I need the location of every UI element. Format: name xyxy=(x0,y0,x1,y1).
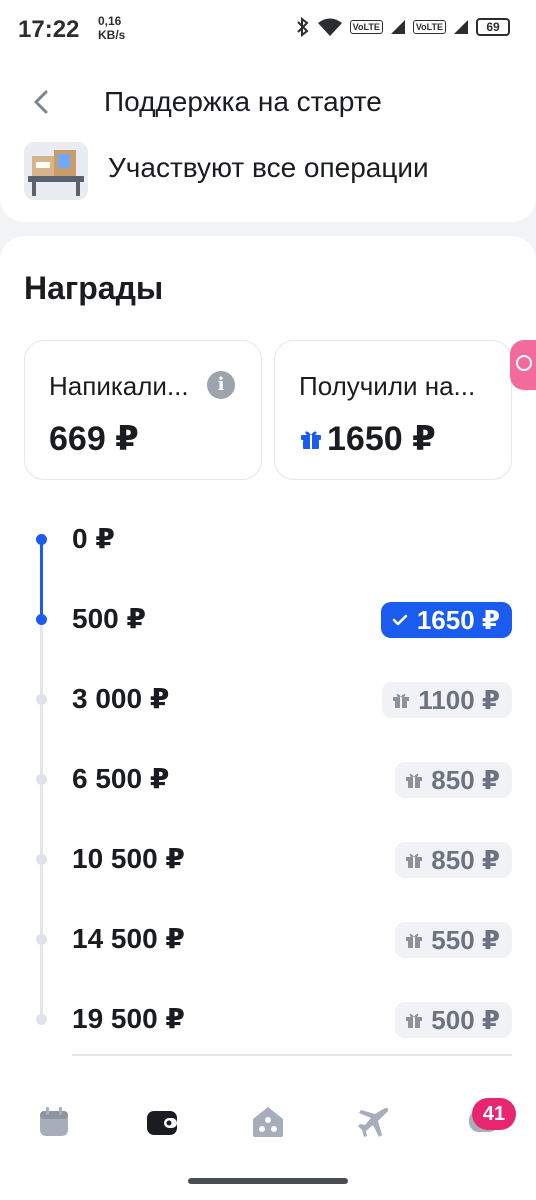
tier-threshold: 6 500 ₽ xyxy=(72,763,170,794)
volte-badge-2: VoLTE xyxy=(412,20,446,34)
gift-icon xyxy=(393,693,410,708)
tier-reward-badge: 850 ₽ xyxy=(395,762,512,798)
signal-icon-2 xyxy=(454,20,468,34)
wallet-icon[interactable] xyxy=(144,1104,180,1140)
status-bar: 17:22 0,16 KB/s VoLTE VoLTE 69 xyxy=(0,0,536,60)
tier-reward-badge: 850 ₽ xyxy=(395,842,512,878)
earned-card[interactable]: Напикали... i 669 ₽ xyxy=(24,340,262,480)
tier-row: 19 500 ₽ 500 ₽ xyxy=(0,980,536,1060)
received-value-text: 1650 ₽ xyxy=(327,420,436,458)
promo-subtitle: Участвуют все операции xyxy=(108,152,429,183)
gift-icon xyxy=(406,853,423,868)
tier-dot xyxy=(36,934,47,945)
gift-icon xyxy=(406,773,423,788)
tier-row: 6 500 ₽ 850 ₽ xyxy=(0,740,536,820)
tier-row: 0 ₽ xyxy=(0,500,536,580)
info-icon[interactable]: i xyxy=(207,371,235,399)
header-card: Поддержка на старте Участвуют все операц… xyxy=(0,60,536,222)
tier-reward: 1650 ₽ xyxy=(416,604,500,635)
calendar-icon[interactable] xyxy=(36,1104,72,1140)
tier-row: 10 500 ₽ 850 ₽ xyxy=(0,820,536,900)
tier-reward: 850 ₽ xyxy=(431,844,500,875)
gift-icon xyxy=(406,1013,423,1028)
earned-label: Напикали... xyxy=(49,371,189,401)
received-value: 1650 ₽ xyxy=(299,419,436,459)
network-speed: 0,16 KB/s xyxy=(98,14,125,42)
tier-threshold: 3 000 ₽ xyxy=(72,683,170,714)
tier-threshold: 10 500 ₽ xyxy=(72,843,185,874)
section-title: Награды xyxy=(24,270,164,306)
tier-threshold: 19 500 ₽ xyxy=(72,1003,185,1034)
tier-dot xyxy=(36,1014,47,1025)
tier-reward: 550 ₽ xyxy=(431,924,500,955)
rewards-panel: Награды Напикали... i 669 ₽ Получили на.… xyxy=(0,236,536,1200)
tier-threshold: 0 ₽ xyxy=(72,523,115,554)
tier-reward-badge: 1100 ₽ xyxy=(382,682,512,718)
side-tab-button[interactable] xyxy=(510,340,536,390)
tier-row: 14 500 ₽ 550 ₽ xyxy=(0,900,536,980)
signal-icon-1 xyxy=(390,20,405,34)
tier-dot xyxy=(36,854,47,865)
bluetooth-icon xyxy=(296,17,309,37)
earned-value: 669 ₽ xyxy=(49,419,139,459)
tier-row: 3 000 ₽ 1100 ₽ xyxy=(0,660,536,740)
gift-icon xyxy=(406,933,423,948)
tier-dot xyxy=(36,774,47,785)
received-label: Получили на... xyxy=(299,371,476,401)
wifi-icon xyxy=(317,18,342,36)
tier-reward: 1100 ₽ xyxy=(418,684,500,715)
tier-dot xyxy=(36,694,47,705)
tier-dot xyxy=(36,534,47,545)
back-icon[interactable] xyxy=(28,88,56,116)
tier-threshold: 14 500 ₽ xyxy=(72,923,185,954)
tier-threshold: 500 ₽ xyxy=(72,603,146,634)
home-indicator[interactable] xyxy=(188,1178,348,1184)
network-speed-value: 0,16 xyxy=(98,14,122,28)
notification-badge: 41 xyxy=(472,1098,516,1130)
page-title: Поддержка на старте xyxy=(104,86,382,117)
volte-badge-1: VoLTE xyxy=(349,20,383,34)
divider xyxy=(72,1054,512,1056)
status-time: 17:22 xyxy=(18,16,80,43)
tier-reward: 500 ₽ xyxy=(431,1004,500,1035)
gift-icon xyxy=(301,431,321,449)
battery-icon: 69 xyxy=(476,18,510,36)
side-tab-icon xyxy=(516,355,532,371)
tier-reward-badge: 1650 ₽ xyxy=(380,602,512,638)
network-speed-unit: KB/s xyxy=(98,28,126,42)
tier-reward-badge: 550 ₽ xyxy=(395,922,512,958)
home-icon[interactable] xyxy=(250,1104,286,1140)
plane-icon[interactable] xyxy=(356,1104,392,1140)
check-icon xyxy=(392,614,408,626)
received-card[interactable]: Получили на... 1650 ₽ xyxy=(274,340,512,480)
promo-thumbnail xyxy=(24,142,88,200)
tier-row: 500 ₽ 1650 ₽ xyxy=(0,580,536,660)
tier-reward-badge: 500 ₽ xyxy=(395,1002,512,1038)
bottom-nav xyxy=(0,1084,536,1164)
status-icons: VoLTE VoLTE 69 xyxy=(296,17,510,37)
earned-value-text: 669 ₽ xyxy=(49,420,139,458)
tier-reward: 850 ₽ xyxy=(431,764,500,795)
tier-dot xyxy=(36,614,47,625)
